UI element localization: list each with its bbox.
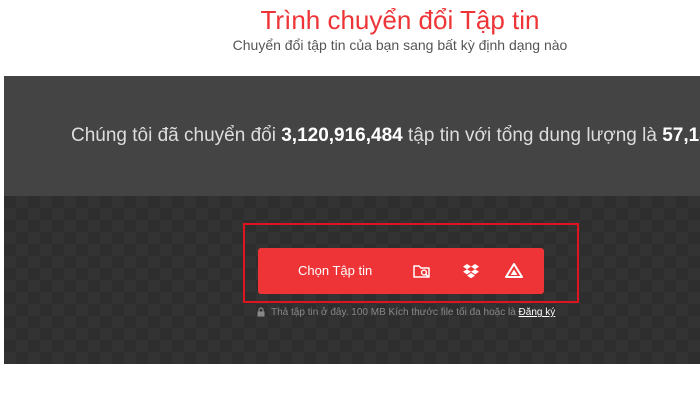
- google-drive-icon[interactable]: [504, 261, 524, 281]
- stats-band: Chúng tôi đã chuyển đổi 3,120,916,484 tậ…: [4, 76, 700, 196]
- signup-link[interactable]: Đăng ký: [519, 307, 556, 318]
- page-header: Trình chuyển đổi Tập tin Chuyển đổi tập …: [0, 0, 700, 76]
- choose-files-button[interactable]: Chọn Tập tin: [258, 248, 544, 294]
- file-count: 3,120,916,484: [281, 125, 403, 146]
- drop-note-text: Thả tập tin ở đây. 100 MB Kích thước fil…: [271, 307, 519, 318]
- page-subtitle: Chuyển đổi tập tin của bạn sang bất kỳ đ…: [232, 37, 568, 53]
- folder-search-icon[interactable]: [412, 261, 432, 281]
- dropbox-icon[interactable]: [461, 261, 481, 281]
- page-title: Trình chuyển đổi Tập tin: [260, 5, 540, 35]
- upload-panel: Chúng tôi đã chuyển đổi 3,120,916,484 tậ…: [4, 76, 700, 364]
- lock-icon: [257, 307, 265, 321]
- stats-prefix: Chúng tôi đã chuyển đổi: [71, 125, 282, 146]
- total-size: 57,132: [662, 125, 700, 146]
- stats-middle: tập tin với tổng dung lượng là: [402, 125, 663, 146]
- choose-files-label: Chọn Tập tin: [298, 263, 373, 278]
- conversion-stats: Chúng tôi đã chuyển đổi 3,120,916,484 tậ…: [71, 124, 700, 148]
- drop-note: Thả tập tin ở đây. 100 MB Kích thước fil…: [257, 307, 555, 321]
